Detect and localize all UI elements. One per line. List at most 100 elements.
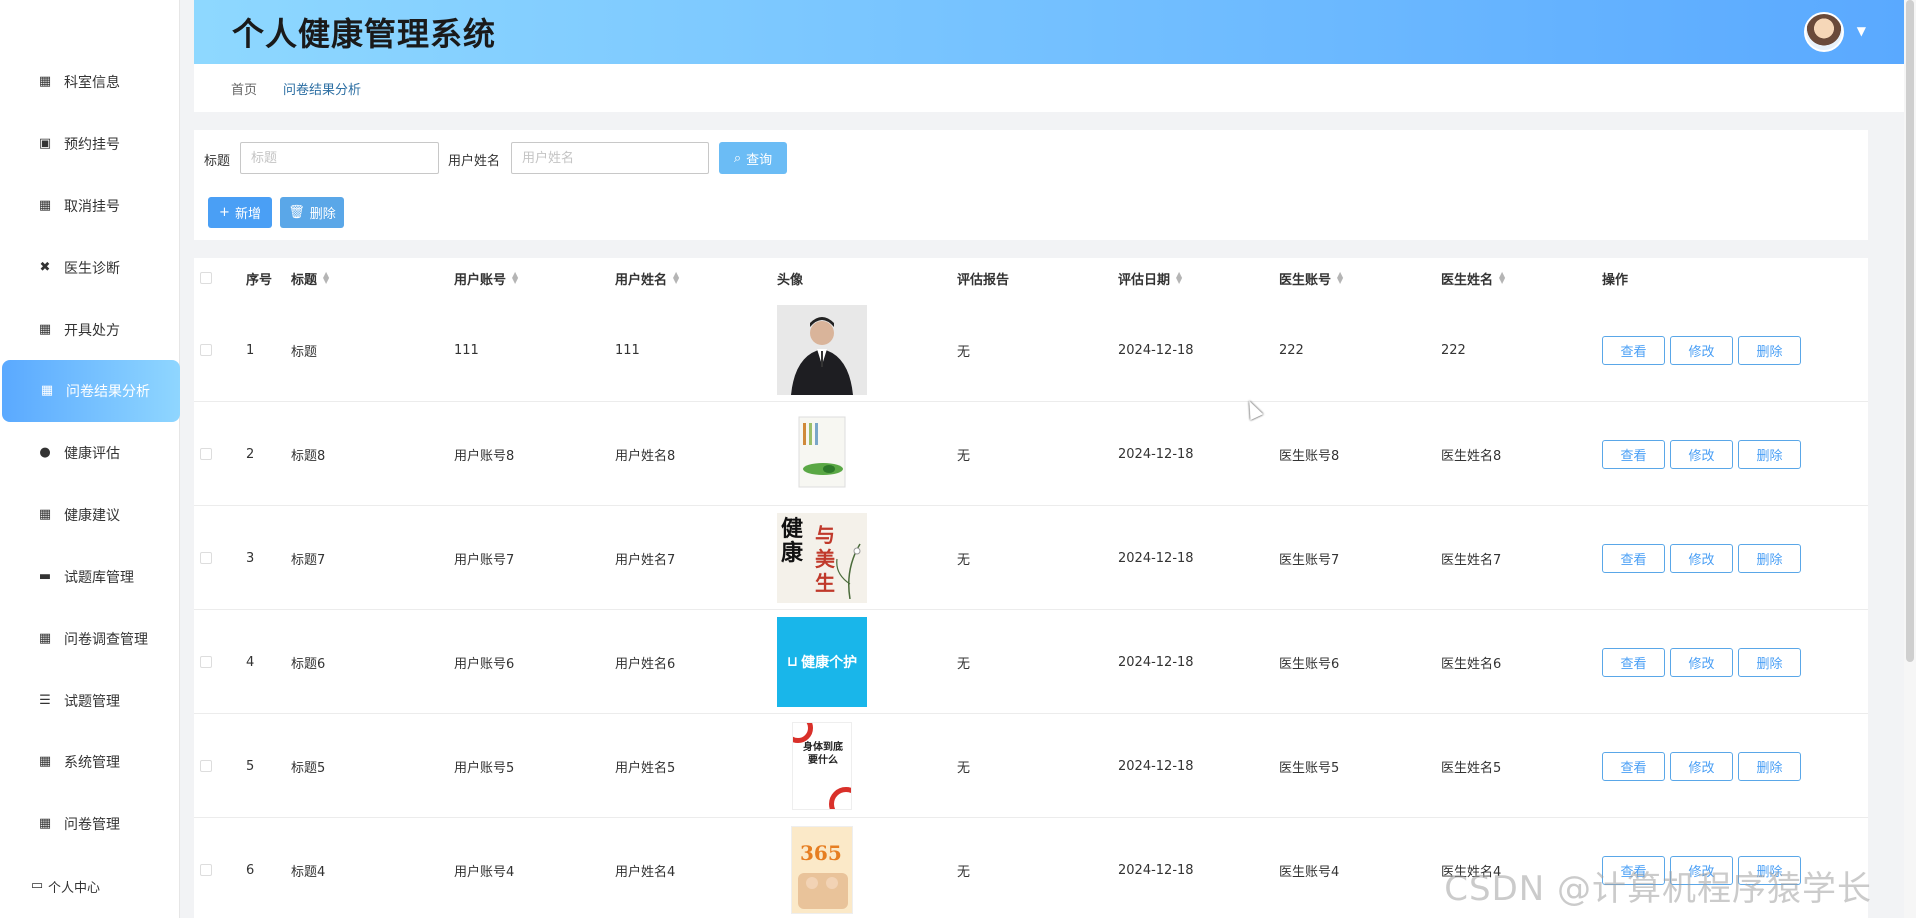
select-all-checkbox[interactable] bbox=[200, 258, 212, 298]
monitor-icon: ▬ bbox=[38, 569, 52, 584]
row-checkbox[interactable] bbox=[200, 818, 212, 918]
avatar-image-green-book bbox=[777, 409, 867, 499]
sidebar-item-cancel-appointment[interactable]: ▦ 取消挂号 bbox=[0, 175, 180, 237]
column-header-name[interactable]: 用户姓名 ▲ ▼ bbox=[615, 258, 679, 298]
cell-account: 111 bbox=[454, 342, 479, 358]
cell-date: 2024-12-18 bbox=[1118, 758, 1194, 774]
sort-icon: ▲ ▼ bbox=[512, 270, 519, 285]
sidebar-item-survey-analysis[interactable]: ▦ 问卷结果分析 bbox=[2, 360, 180, 422]
column-header-account[interactable]: 用户账号 ▲ ▼ bbox=[454, 258, 518, 298]
sidebar-item-label: 个人中心 bbox=[48, 880, 101, 896]
breadcrumb: 首页 问卷结果分析 bbox=[194, 64, 1904, 112]
grid-icon: ▦ bbox=[38, 816, 52, 831]
row-checkbox[interactable] bbox=[200, 610, 212, 714]
query-button-label: 查询 bbox=[746, 152, 773, 168]
delete-button[interactable]: 删除 bbox=[1738, 543, 1801, 573]
cell-account: 用户账号6 bbox=[454, 656, 515, 672]
cell-name: 用户姓名8 bbox=[615, 448, 676, 464]
cell-avatar: 健康 与美生 bbox=[777, 506, 867, 610]
cell-avatar: 365 bbox=[777, 818, 867, 918]
column-header-doctor-name[interactable]: 医生姓名 ▲ ▼ bbox=[1441, 258, 1505, 298]
delete-button[interactable]: 删除 bbox=[1738, 751, 1801, 781]
delete-button[interactable]: 删除 bbox=[1738, 439, 1801, 469]
delete-button-label: 删除 bbox=[309, 207, 336, 222]
cell-avatar bbox=[777, 298, 867, 402]
cell-report: 无 bbox=[957, 552, 971, 568]
view-button[interactable]: 查看 bbox=[1602, 335, 1665, 365]
column-header-avatar: 头像 bbox=[777, 272, 804, 288]
edit-button[interactable]: 修改 bbox=[1670, 439, 1733, 469]
grid-icon: ▦ bbox=[38, 322, 52, 337]
user-name-search-input[interactable] bbox=[511, 142, 709, 174]
edit-button[interactable]: 修改 bbox=[1670, 543, 1733, 573]
sidebar-item-label: 试题管理 bbox=[64, 694, 120, 710]
sidebar-item-appointment[interactable]: ▣ 预约挂号 bbox=[0, 113, 180, 175]
sidebar-item-health-assessment[interactable]: ● 健康评估 bbox=[0, 422, 180, 484]
plus-icon: + bbox=[219, 205, 230, 220]
watermark: CSDN @计算机程序猿学长 bbox=[1444, 869, 1872, 909]
sidebar-item-survey-management[interactable]: ▦ 问卷调查管理 bbox=[0, 608, 180, 670]
sidebar-item-department-info[interactable]: ▦ 科室信息 bbox=[0, 51, 180, 113]
cell-doctor-account: 医生账号6 bbox=[1279, 656, 1340, 672]
sidebar-item-label: 试题库管理 bbox=[64, 570, 134, 586]
cell-doctor-account: 医生账号4 bbox=[1279, 864, 1340, 880]
vertical-scrollbar[interactable] bbox=[1904, 0, 1916, 918]
cell-actions: 查看 修改 删除 bbox=[1602, 506, 1806, 610]
sidebar-item-question-bank[interactable]: ▬ 试题库管理 bbox=[0, 546, 180, 608]
sidebar-item-label: 健康评估 bbox=[64, 446, 120, 462]
row-checkbox[interactable] bbox=[200, 714, 212, 818]
edit-button[interactable]: 修改 bbox=[1670, 335, 1733, 365]
user-icon: ● bbox=[39, 445, 51, 460]
delete-button[interactable]: 删除 bbox=[1738, 335, 1801, 365]
batch-delete-button[interactable]: 🗑 删除 bbox=[280, 197, 344, 228]
delete-button[interactable]: 删除 bbox=[1738, 647, 1801, 677]
column-header-doctor-account[interactable]: 医生账号 ▲ ▼ bbox=[1279, 258, 1343, 298]
cell-title: 标题8 bbox=[291, 448, 326, 464]
sidebar-item-questionnaire-management[interactable]: ▦ 问卷管理 bbox=[0, 793, 180, 855]
column-header-title[interactable]: 标题 ▲ ▼ bbox=[291, 258, 329, 298]
sidebar-item-system-management[interactable]: ▦ 系统管理 bbox=[0, 731, 180, 793]
column-header-date[interactable]: 评估日期 ▲ ▼ bbox=[1118, 258, 1182, 298]
table-row: 5 标题5 用户账号5 用户姓名5 身体到底要什么 无 2024-12-18 医… bbox=[194, 714, 1868, 818]
cell-doctor-account: 医生账号5 bbox=[1279, 760, 1340, 776]
view-button[interactable]: 查看 bbox=[1602, 439, 1665, 469]
sidebar-item-question-management[interactable]: ☰ 试题管理 bbox=[0, 670, 180, 732]
cell-doctor-account: 222 bbox=[1279, 342, 1304, 358]
sidebar-item-label: 预约挂号 bbox=[64, 137, 120, 153]
cell-date: 2024-12-18 bbox=[1118, 342, 1194, 358]
cell-index: 6 bbox=[246, 862, 255, 878]
row-checkbox[interactable] bbox=[200, 506, 212, 610]
view-button[interactable]: 查看 bbox=[1602, 647, 1665, 677]
edit-button[interactable]: 修改 bbox=[1670, 647, 1733, 677]
ticket-icon: ✖ bbox=[39, 260, 51, 275]
table-row: 4 标题6 用户账号6 用户姓名6 ⊔ 健康个护 无 2024-12-18 医生… bbox=[194, 610, 1868, 714]
row-checkbox[interactable] bbox=[200, 402, 212, 506]
cell-report: 无 bbox=[957, 760, 971, 776]
row-checkbox[interactable] bbox=[200, 298, 212, 402]
cell-avatar bbox=[777, 402, 867, 506]
view-button[interactable]: 查看 bbox=[1602, 751, 1665, 781]
query-button[interactable]: ⌕ 查询 bbox=[719, 142, 787, 174]
cell-date: 2024-12-18 bbox=[1118, 654, 1194, 670]
cell-date: 2024-12-18 bbox=[1118, 446, 1194, 462]
user-name-label: 用户姓名 bbox=[448, 154, 501, 169]
sidebar-item-diagnosis[interactable]: ✖ 医生诊断 bbox=[0, 237, 180, 299]
logo-text: 健康个护 bbox=[801, 655, 858, 671]
sidebar-item-label: 问卷管理 bbox=[64, 817, 120, 833]
chevron-down-icon[interactable]: ▼ bbox=[1857, 24, 1866, 38]
cell-account: 用户账号7 bbox=[454, 552, 515, 568]
cell-title: 标题5 bbox=[291, 760, 326, 776]
cell-title: 标题7 bbox=[291, 552, 326, 568]
avatar[interactable] bbox=[1804, 12, 1844, 52]
add-button[interactable]: + 新增 bbox=[208, 197, 272, 228]
cell-avatar: 身体到底要什么 bbox=[777, 714, 867, 818]
breadcrumb-home[interactable]: 首页 bbox=[231, 79, 257, 98]
view-button[interactable]: 查看 bbox=[1602, 543, 1665, 573]
sidebar-item-personal-center[interactable]: ▭ 个人中心 bbox=[0, 866, 180, 906]
sidebar-item-prescription[interactable]: ▦ 开具处方 bbox=[0, 299, 180, 361]
cell-date: 2024-12-18 bbox=[1118, 550, 1194, 566]
edit-button[interactable]: 修改 bbox=[1670, 751, 1733, 781]
title-search-input[interactable] bbox=[240, 142, 439, 174]
sidebar-item-health-advice[interactable]: ▦ 健康建议 bbox=[0, 484, 180, 546]
scrollbar-thumb[interactable] bbox=[1906, 0, 1914, 662]
